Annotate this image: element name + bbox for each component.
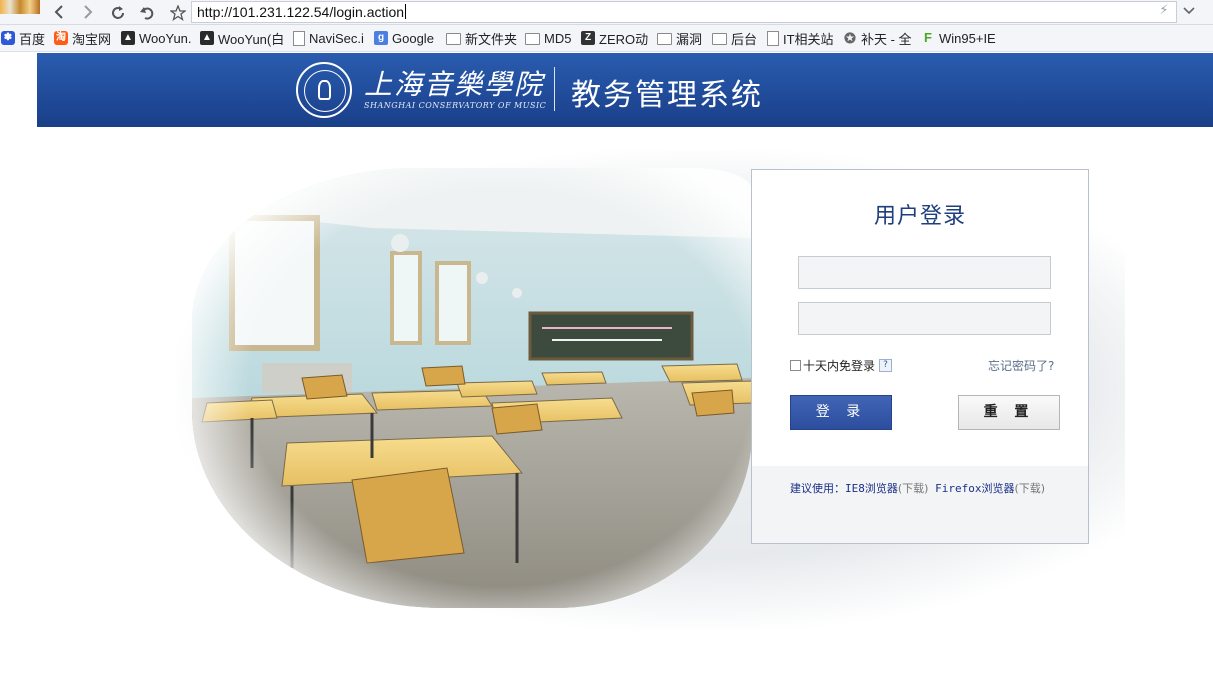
ie8-download-link[interactable]: (下载) (898, 482, 929, 495)
help-icon[interactable]: ? (879, 359, 893, 372)
bookmark-win95[interactable]: F Win95+IE (921, 29, 996, 47)
site-header-banner: 上海音樂學院 SHANGHAI CONSERVATORY OF MUSIC 教务… (37, 53, 1213, 127)
browser-logo (0, 0, 40, 14)
bookmark-md5[interactable]: MD5 (525, 29, 571, 47)
forgot-password-link[interactable]: 忘记密码了? (988, 357, 1054, 374)
browser-suggestion: 建议使用：IE8浏览器(下载) Firefox浏览器(下载) (790, 480, 1045, 496)
bookmark-label: 新文件夹 (465, 31, 518, 47)
bookmark-label: MD5 (544, 30, 572, 46)
wooyun-icon: ▲ (121, 31, 135, 45)
folder-icon (525, 33, 540, 45)
bookmark-wooyun-white[interactable]: ▲ WooYun(白 (200, 29, 284, 47)
bookmark-label: 淘宝网 (72, 31, 112, 47)
username-input[interactable] (798, 256, 1051, 289)
browser-suggestion-footer: 建议使用：IE8浏览器(下载) Firefox浏览器(下载) (752, 466, 1088, 543)
bookmark-baidu[interactable]: ✽ 百度 (1, 29, 45, 47)
refresh-button[interactable] (107, 2, 129, 22)
password-input[interactable] (798, 302, 1051, 335)
url-text: http://101.231.122.54/login.action (197, 4, 405, 20)
firefox-link[interactable]: Firefox浏览器 (935, 482, 1014, 495)
bookmark-label: IT相关站 (783, 31, 834, 47)
remember-checkbox[interactable] (790, 360, 801, 371)
taobao-icon: 淘 (54, 31, 68, 45)
google-icon: g (374, 31, 388, 45)
star-icon: ✪ (844, 30, 856, 46)
school-name-cn: 上海音樂學院 (364, 68, 545, 101)
folder-icon (657, 33, 672, 45)
remember-me: 十天内免登录 ? (790, 357, 893, 374)
bookmark-label: 后台 (731, 31, 758, 47)
address-bar[interactable]: http://101.231.122.54/login.action (191, 1, 1177, 23)
reset-button[interactable]: 重 置 (958, 395, 1060, 430)
page-icon (767, 30, 779, 46)
paw-icon: ✽ (1, 31, 15, 45)
back-button[interactable] (48, 2, 70, 22)
folder-icon (712, 33, 727, 45)
firefox-download-link[interactable]: (下载) (1014, 482, 1045, 495)
bookmark-navisec[interactable]: NaviSec.i (293, 29, 364, 47)
ie8-link[interactable]: IE8浏览器 (845, 482, 898, 495)
system-title: 教务管理系统 (571, 78, 763, 113)
bookmark-taobao[interactable]: 淘 淘宝网 (54, 29, 111, 47)
bookmark-butian[interactable]: ✪ 补天 - 全 (843, 29, 912, 47)
bookmark-vulns[interactable]: 漏洞 (657, 29, 702, 47)
school-seal-logo (296, 62, 352, 118)
folder-icon (446, 33, 461, 45)
bookmark-zero[interactable]: Z ZERO动 (581, 29, 648, 47)
bookmark-label: ZERO动 (599, 31, 649, 47)
lightning-icon[interactable]: ⚡ (1153, 1, 1175, 21)
bookmark-label: 补天 - 全 (861, 31, 912, 47)
remember-label: 十天内免登录 (803, 359, 876, 373)
lyre-icon (318, 80, 331, 100)
classroom-illustration (192, 168, 752, 608)
chevron-down-icon[interactable] (1178, 1, 1200, 21)
wooyun-icon: ▲ (200, 31, 214, 45)
bookmark-label: WooYun(白 (218, 31, 285, 47)
bookmark-wooyun[interactable]: ▲ WooYun. (121, 29, 192, 47)
undo-button[interactable] (136, 2, 158, 22)
text-caret (405, 4, 407, 19)
bookmark-label: NaviSec.i (309, 30, 364, 46)
browser-toolbar: http://101.231.122.54/login.action ⚡ (0, 0, 1213, 25)
f-icon: F (924, 30, 932, 45)
bookmark-it-sites[interactable]: IT相关站 (767, 29, 834, 47)
login-button[interactable]: 登 录 (790, 395, 892, 430)
bookmark-label: WooYun. (139, 30, 192, 46)
bookmark-google[interactable]: g Google (374, 29, 434, 47)
bookmark-label: Win95+IE (939, 30, 996, 46)
school-name-en: SHANGHAI CONSERVATORY OF MUSIC (364, 101, 547, 110)
login-title: 用户登录 (873, 204, 966, 229)
bookmark-new-folder[interactable]: 新文件夹 (446, 29, 517, 47)
zero-icon: Z (581, 31, 595, 45)
bookmark-label: 漏洞 (676, 31, 703, 47)
bookmark-label: 百度 (19, 31, 46, 47)
suggest-prefix: 建议使用： (790, 482, 845, 495)
forward-button[interactable] (77, 2, 99, 22)
bookmark-backend[interactable]: 后台 (712, 29, 757, 47)
bookmarks-bar: ✽ 百度 淘 淘宝网 ▲ WooYun. ▲ WooYun(白 NaviSec.… (0, 25, 1213, 52)
bookmark-star-icon[interactable] (167, 2, 189, 22)
login-panel: 用户登录 十天内免登录 ? 忘记密码了? 登 录 重 置 建议使用：IE8浏览器… (751, 169, 1089, 544)
page-icon (293, 30, 305, 46)
header-divider (554, 67, 555, 111)
bookmark-label: Google (392, 30, 434, 46)
